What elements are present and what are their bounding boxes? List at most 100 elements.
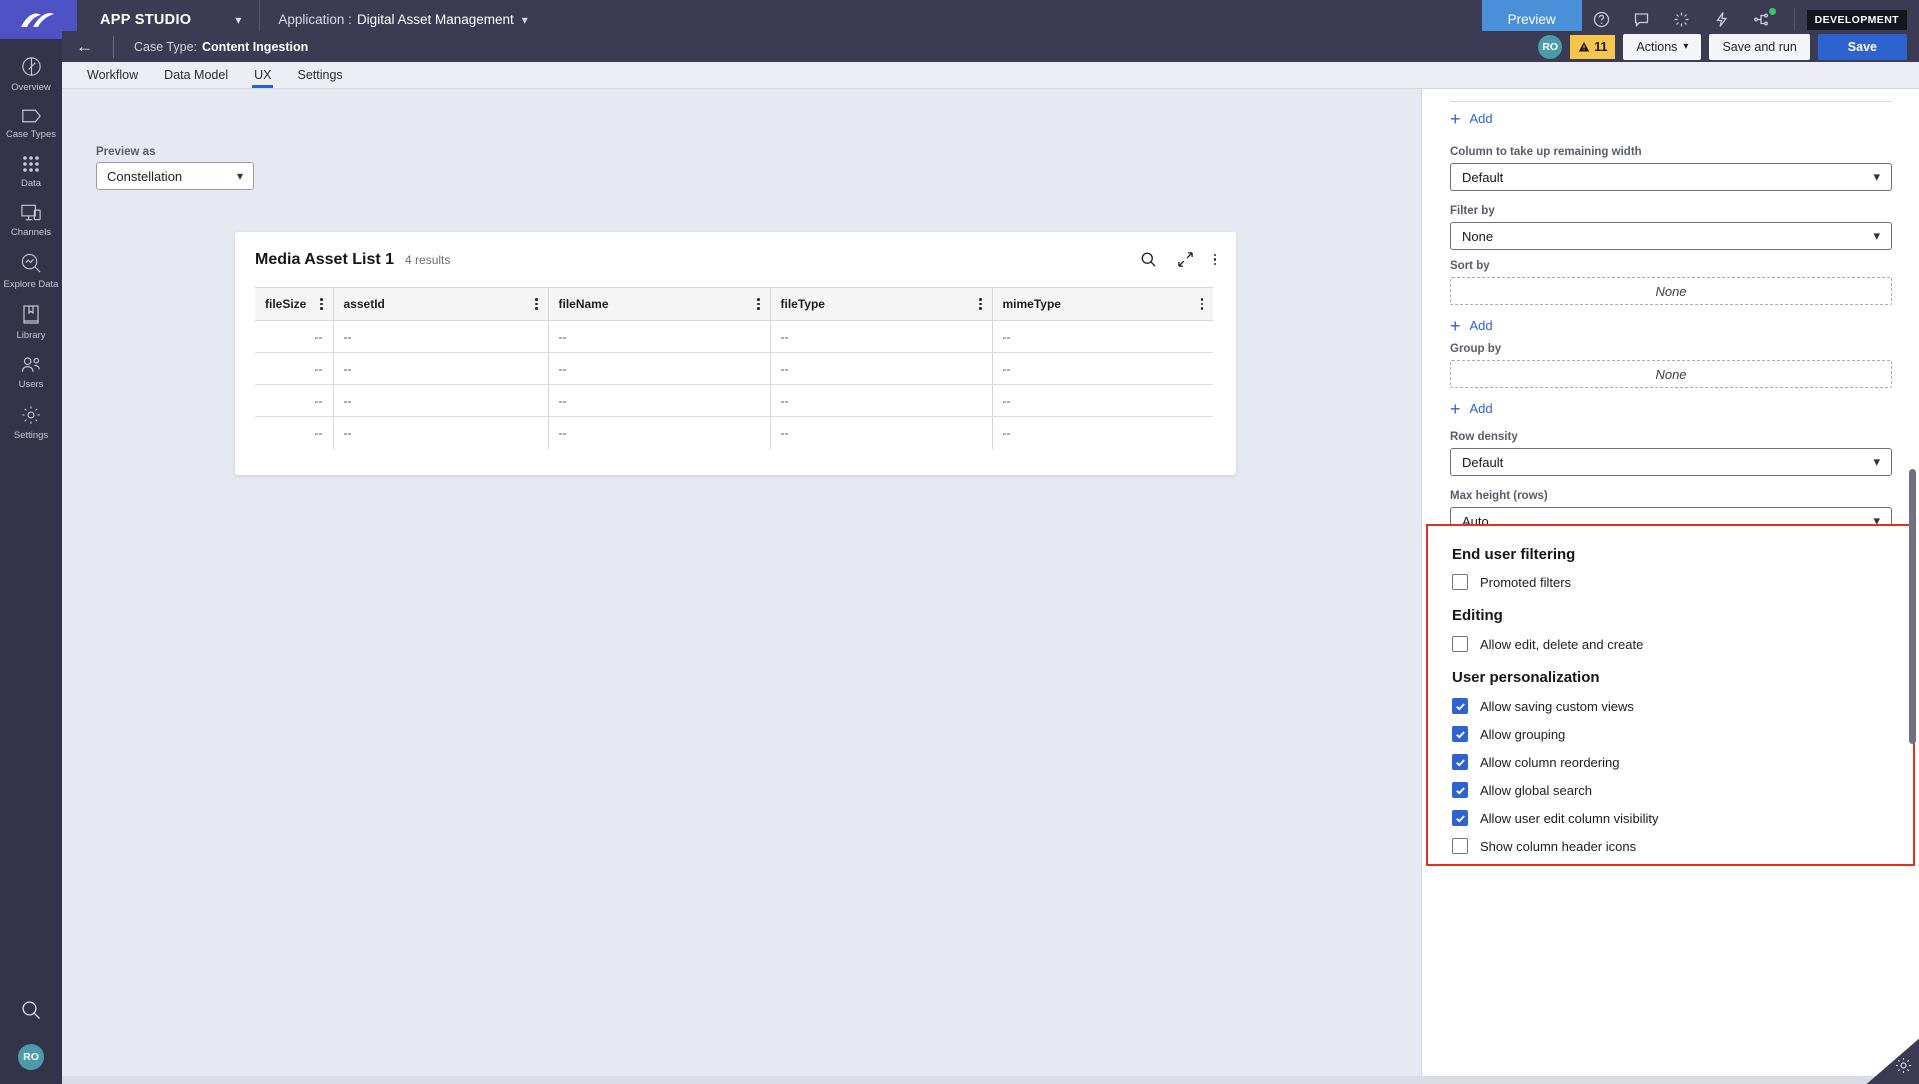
checkbox-box[interactable] [1452,574,1468,590]
tab-data-model[interactable]: Data Model [151,61,241,88]
remaining-width-select[interactable]: Default ▾ [1450,163,1892,191]
cell-assetid: -- [333,384,549,417]
card-header: Media Asset List 1 4 results [235,232,1236,287]
cell-filename: -- [548,352,771,385]
left-sidebar: Overview Case Types Data Channels Explor… [0,39,62,1084]
table-row[interactable]: -- -- -- -- -- [255,416,1213,449]
media-asset-table: fileSize assetId fileName fileType mimeT… [255,287,1213,449]
checkbox-allow-user-edit-column-visibility[interactable]: Allow user edit column visibility [1452,810,1889,826]
column-menu-dots-icon[interactable] [757,298,760,310]
check-icon [1455,702,1465,710]
checkbox-box[interactable] [1452,754,1468,770]
field-label: Group by [1450,343,1502,355]
checkbox-box[interactable] [1452,698,1468,714]
sidebar-item-library[interactable]: Library [0,296,62,347]
save-and-run-button[interactable]: Save and run [1709,33,1810,60]
table-row[interactable]: -- -- -- -- -- [255,352,1213,385]
sort-by-value[interactable]: None [1450,277,1892,305]
group-by-value[interactable]: None [1450,360,1892,388]
column-menu-dots-icon[interactable] [320,298,323,310]
checkbox-box[interactable] [1452,782,1468,798]
media-asset-list-card: Media Asset List 1 4 results fileSize as… [235,232,1236,475]
table-row[interactable]: -- -- -- -- -- [255,384,1213,417]
checkbox-label: Allow saving custom views [1480,698,1634,714]
chevron-down-icon[interactable]: ▾ [235,13,241,27]
gear-icon [22,406,40,424]
add-group-button[interactable]: + Add [1450,398,1493,419]
sidebar-item-channels[interactable]: Channels [0,195,62,244]
divider [113,35,114,58]
sidebar-item-users[interactable]: Users [0,347,62,396]
column-header-filetype[interactable]: fileType [770,287,993,321]
tab-settings[interactable]: Settings [284,61,355,88]
column-header-mimetype[interactable]: mimeType [992,287,1213,321]
checkbox-allow-saving-custom-views[interactable]: Allow saving custom views [1452,698,1889,714]
table-row[interactable]: -- -- -- -- -- [255,320,1213,353]
tab-ux[interactable]: UX [241,61,284,88]
column-label: fileSize [265,297,307,311]
checkbox-allow-grouping[interactable]: Allow grouping [1452,726,1889,742]
row-density-select[interactable]: Default ▾ [1450,448,1892,476]
sidebar-item-label: Explore Data [3,279,59,290]
chevron-down-icon[interactable]: ▾ [522,13,528,27]
checkbox-allow-column-reordering[interactable]: Allow column reordering [1452,754,1889,770]
preview-as-select[interactable]: Constellation ▾ [96,162,254,190]
sidebar-item-case-types[interactable]: Case Types [0,99,62,146]
sidebar-item-settings[interactable]: Settings [0,396,62,447]
back-arrow-icon[interactable]: ← [76,37,93,57]
application-name: Digital Asset Management [356,12,514,27]
search-icon[interactable] [20,999,42,1026]
cell-assetid: -- [333,320,549,353]
avatar[interactable]: RO [18,1044,44,1070]
cell-filesize: -- [255,416,334,449]
card-title: Media Asset List 1 [255,250,395,268]
column-header-assetid[interactable]: assetId [333,287,549,321]
add-label: Add [1469,318,1493,333]
add-column-button[interactable]: + Add [1450,110,1493,128]
column-header-filesize[interactable]: fileSize [255,287,334,321]
cell-mimetype: -- [992,352,1213,385]
search-icon[interactable] [1140,251,1157,268]
column-menu-dots-icon[interactable] [535,298,538,310]
avatar[interactable]: RO [1538,34,1563,59]
selected-value: None [1462,228,1494,244]
sidebar-item-label: Users [18,379,44,390]
sidebar-item-overview[interactable]: Overview [0,47,62,99]
cell-assetid: -- [333,416,549,449]
library-book-icon [23,305,39,324]
checkbox-allow-global-search[interactable]: Allow global search [1452,782,1889,798]
checkbox-label: Promoted filters [1480,574,1572,590]
cell-mimetype: -- [1002,425,1011,440]
sidebar-item-explore-data[interactable]: Explore Data [0,244,62,296]
column-header-filename[interactable]: fileName [548,287,771,321]
checkbox-show-column-header-icons[interactable]: Show column header icons [1452,838,1889,854]
add-sort-button[interactable]: + Add [1450,317,1493,335]
checkbox-box[interactable] [1452,810,1468,826]
sidebar-item-data[interactable]: Data [0,146,62,195]
checkbox-promoted-filters[interactable]: Promoted filters [1452,574,1889,590]
checkbox-box[interactable] [1452,726,1468,742]
preview-canvas: Preview as Constellation ▾ Media Asset L… [62,89,1421,1084]
highlighted-settings-region: End user filtering Promoted filters Edit… [1426,524,1915,866]
expand-icon[interactable] [1177,251,1194,268]
gauge-icon [21,57,41,76]
panel-scrollbar-thumb[interactable] [1909,469,1916,744]
checkbox-box[interactable] [1452,636,1468,652]
checkbox-box[interactable] [1452,838,1468,854]
cell-filesize: -- [255,352,334,385]
column-label: fileName [558,297,609,311]
filter-by-select[interactable]: None ▾ [1450,222,1892,250]
column-menu-dots-icon[interactable] [1200,298,1203,310]
section-title: User personalization [1452,669,1600,686]
sidebar-item-label: Channels [10,227,52,238]
section-editing: Editing Allow edit, delete and create [1452,607,1889,652]
tab-workflow[interactable]: Workflow [74,61,151,88]
column-menu-dots-icon[interactable] [979,298,982,310]
checkbox-allow-edit-delete-create[interactable]: Allow edit, delete and create [1452,636,1889,652]
more-options-icon[interactable] [1213,253,1216,266]
actions-button[interactable]: Actions ▾ [1623,33,1702,60]
status-badge[interactable]: 11 [1570,34,1616,59]
save-button[interactable]: Save [1817,33,1907,60]
plus-icon: + [1450,398,1461,419]
settings-sections: End user filtering Promoted filters Edit… [1428,526,1913,854]
